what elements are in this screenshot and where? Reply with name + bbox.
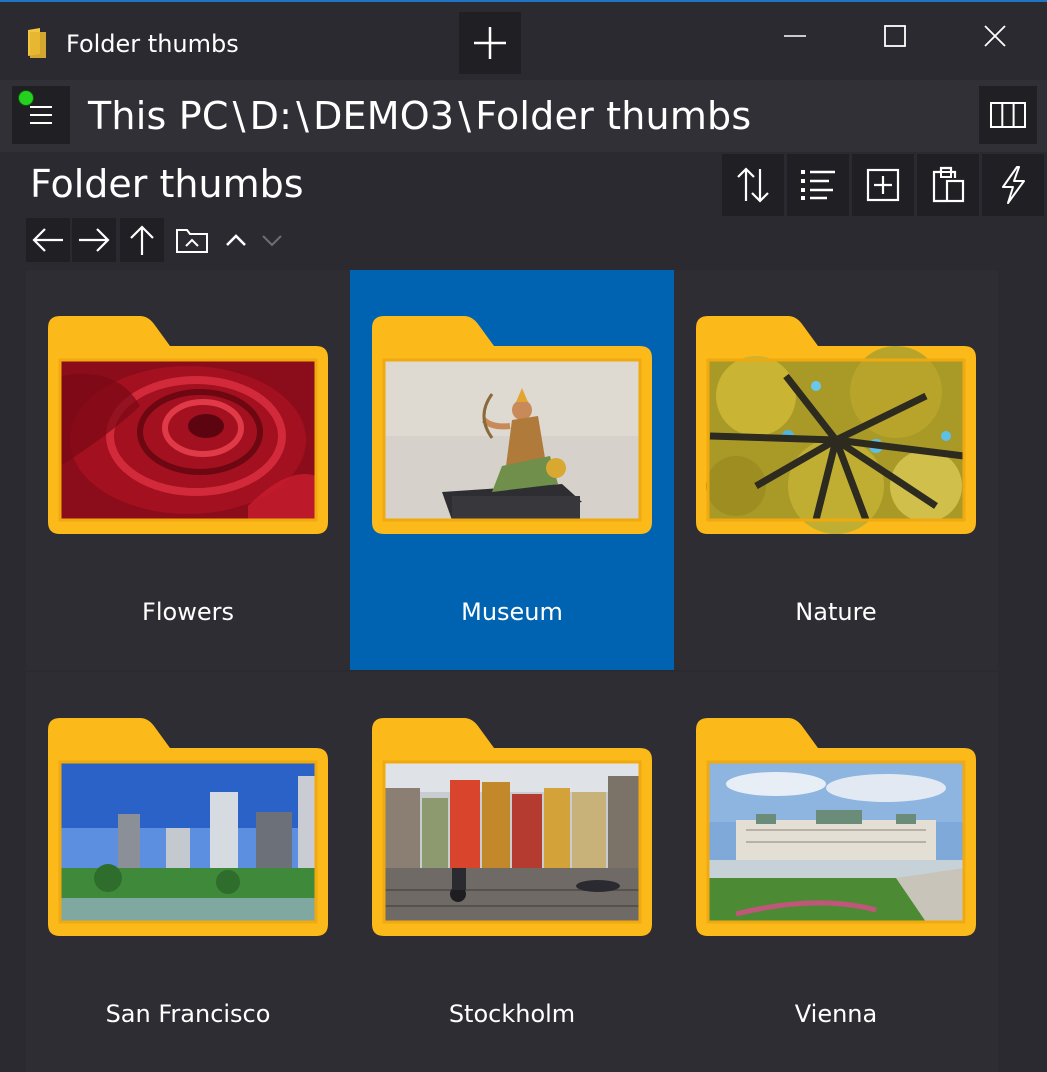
breadcrumb-separator: \ <box>296 94 310 138</box>
minimize-button[interactable] <box>770 16 820 56</box>
folder-thumbnail-nature <box>696 316 976 534</box>
up-button[interactable] <box>120 218 164 262</box>
folder-thumbnail-san-francisco <box>48 718 328 936</box>
folder-tile-selected[interactable]: Museum <box>350 270 674 670</box>
folder-tile[interactable]: Flowers <box>26 270 350 670</box>
lightning-icon <box>1002 166 1025 204</box>
paste-button[interactable] <box>917 154 979 216</box>
folder-name: Vienna <box>794 1000 878 1028</box>
breadcrumb-separator: \ <box>232 94 246 138</box>
new-item-button[interactable] <box>852 154 914 216</box>
hamburger-icon <box>30 106 52 124</box>
close-button[interactable] <box>970 16 1020 56</box>
folder-name: Flowers <box>142 598 234 626</box>
chevron-up-icon <box>226 234 246 246</box>
folder-app-icon <box>28 28 46 58</box>
folder-name: San Francisco <box>105 1000 271 1028</box>
folder-thumbnail-museum <box>372 316 652 534</box>
parent-folder-button[interactable] <box>174 218 210 262</box>
window-title: Folder thumbs <box>66 30 239 58</box>
maximize-icon <box>884 25 906 47</box>
arrow-right-icon <box>79 228 110 252</box>
sort-button[interactable] <box>722 154 784 216</box>
breadcrumb-drive[interactable]: D: <box>250 94 292 138</box>
chevron-down-icon <box>262 235 282 247</box>
collapse-button[interactable] <box>218 218 254 262</box>
folder-thumbnail-stockholm <box>372 718 652 936</box>
folder-tile[interactable]: Stockholm <box>350 672 674 1072</box>
folder-tile[interactable]: San Francisco <box>26 672 350 1072</box>
folder-thumbnail-flowers <box>48 316 328 534</box>
folder-up-icon <box>176 229 208 253</box>
sort-icon <box>737 167 769 203</box>
old-town-square-photo <box>384 762 640 922</box>
forward-button[interactable] <box>72 218 116 262</box>
breadcrumb: This PC \ D: \ DEMO3 \ Folder thumbs <box>88 94 751 138</box>
city-skyline-photo <box>60 762 316 922</box>
breadcrumb-current[interactable]: Folder thumbs <box>475 94 751 138</box>
columns-view-button[interactable] <box>979 86 1037 144</box>
folder-name: Stockholm <box>448 1000 576 1028</box>
palace-garden-photo <box>708 762 964 922</box>
close-icon <box>984 25 1006 47</box>
quick-action-button[interactable] <box>982 154 1044 216</box>
arrow-up-icon <box>130 225 154 255</box>
folder-tile[interactable]: Nature <box>674 270 998 670</box>
breadcrumb-demo3[interactable]: DEMO3 <box>313 94 454 138</box>
folder-name: Nature <box>795 598 877 626</box>
folder-thumbnail-vienna <box>696 718 976 936</box>
details-list-icon <box>801 170 835 200</box>
add-box-icon <box>866 168 900 202</box>
back-button[interactable] <box>26 218 70 262</box>
breadcrumb-separator: \ <box>458 94 472 138</box>
title-bar: Folder thumbs <box>0 2 1047 78</box>
arrow-left-icon <box>32 228 63 252</box>
status-indicator <box>18 90 34 106</box>
folder-tile[interactable]: Vienna <box>674 672 998 1072</box>
folder-grid: Flowers Museum Nature San Francisco Stoc… <box>26 270 1002 1072</box>
new-tab-button[interactable] <box>459 12 521 74</box>
breadcrumb-this-pc[interactable]: This PC <box>88 94 229 138</box>
clipboard-icon <box>932 166 965 203</box>
folder-name: Museum <box>461 598 563 626</box>
statue-photo <box>384 360 640 520</box>
page-title: Folder thumbs <box>30 162 304 206</box>
maximize-button[interactable] <box>870 16 920 56</box>
view-list-button[interactable] <box>787 154 849 216</box>
expand-button[interactable] <box>254 218 290 262</box>
plus-icon <box>474 27 506 59</box>
address-bar: This PC \ D: \ DEMO3 \ Folder thumbs <box>0 80 1047 152</box>
minimize-icon <box>784 35 806 37</box>
columns-icon <box>990 102 1026 128</box>
